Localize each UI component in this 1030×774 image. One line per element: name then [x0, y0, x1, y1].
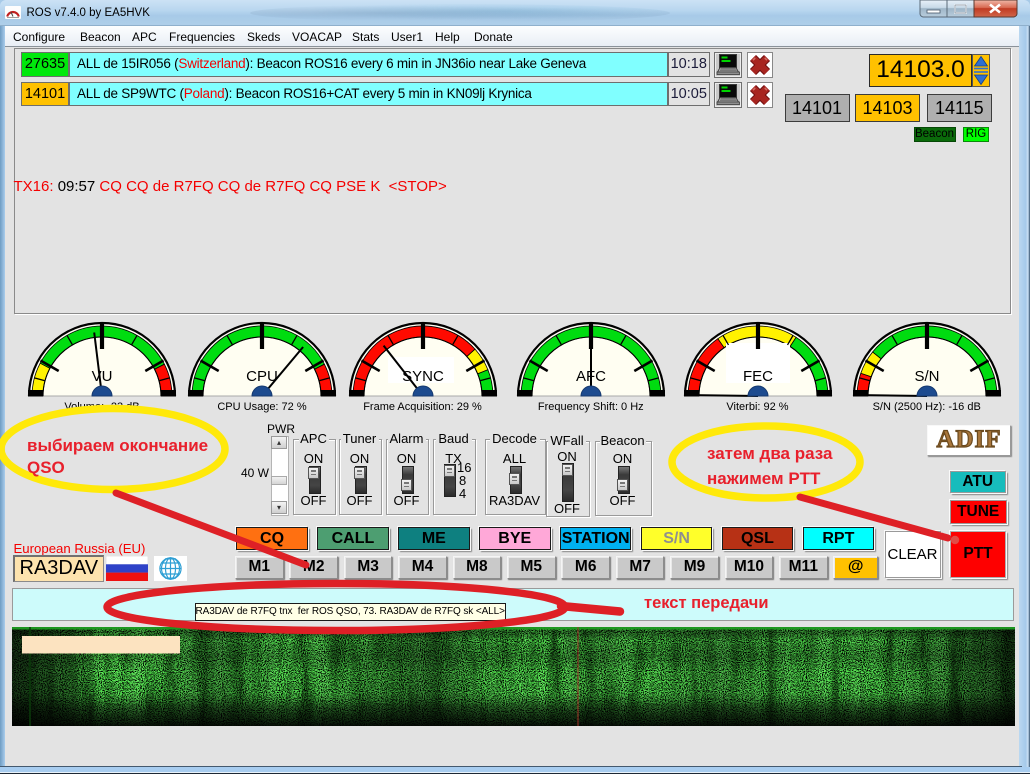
svg-text:S/N: S/N — [914, 368, 939, 385]
svg-text:FEC: FEC — [743, 368, 773, 385]
svg-text:VU: VU — [92, 368, 113, 385]
